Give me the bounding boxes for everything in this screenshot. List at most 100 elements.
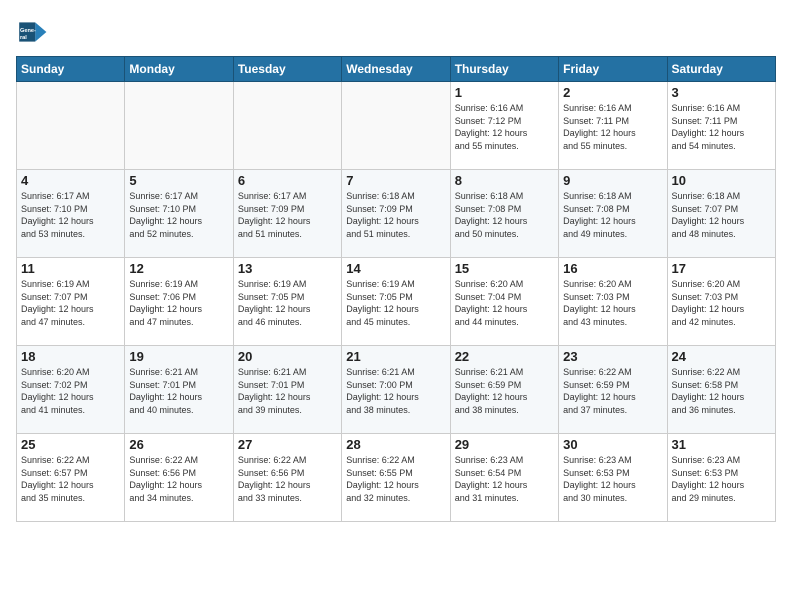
day-info: Sunrise: 6:22 AM Sunset: 6:59 PM Dayligh… — [563, 366, 662, 416]
day-info: Sunrise: 6:19 AM Sunset: 7:05 PM Dayligh… — [238, 278, 337, 328]
day-number: 21 — [346, 349, 445, 364]
calendar-day-cell: 14 Sunrise: 6:19 AM Sunset: 7:05 PM Dayli… — [342, 258, 450, 346]
day-number: 17 — [672, 261, 771, 276]
calendar-week-row: 11 Sunrise: 6:19 AM Sunset: 7:07 PM Dayli… — [17, 258, 776, 346]
day-number: 18 — [21, 349, 120, 364]
day-info: Sunrise: 6:17 AM Sunset: 7:10 PM Dayligh… — [21, 190, 120, 240]
weekday-header-cell: Tuesday — [233, 57, 341, 82]
calendar-day-cell: 9 Sunrise: 6:18 AM Sunset: 7:08 PM Daylig… — [559, 170, 667, 258]
svg-text:ral: ral — [20, 35, 27, 41]
calendar-day-cell: 15 Sunrise: 6:20 AM Sunset: 7:04 PM Dayli… — [450, 258, 558, 346]
calendar-day-cell — [342, 82, 450, 170]
day-info: Sunrise: 6:21 AM Sunset: 7:01 PM Dayligh… — [129, 366, 228, 416]
day-info: Sunrise: 6:22 AM Sunset: 6:56 PM Dayligh… — [129, 454, 228, 504]
day-number: 28 — [346, 437, 445, 452]
weekday-header-cell: Monday — [125, 57, 233, 82]
day-number: 24 — [672, 349, 771, 364]
day-number: 14 — [346, 261, 445, 276]
calendar-day-cell — [233, 82, 341, 170]
day-info: Sunrise: 6:20 AM Sunset: 7:02 PM Dayligh… — [21, 366, 120, 416]
day-number: 29 — [455, 437, 554, 452]
calendar-day-cell: 23Sunrise: 6:22 AM Sunset: 6:59 PM Dayli… — [559, 346, 667, 434]
svg-text:Gene-: Gene- — [20, 28, 36, 34]
day-info: Sunrise: 6:19 AM Sunset: 7:05 PM Dayligh… — [346, 278, 445, 328]
weekday-header-cell: Wednesday — [342, 57, 450, 82]
day-info: Sunrise: 6:19 AM Sunset: 7:07 PM Dayligh… — [21, 278, 120, 328]
calendar-day-cell: 20Sunrise: 6:21 AM Sunset: 7:01 PM Dayli… — [233, 346, 341, 434]
day-number: 12 — [129, 261, 228, 276]
calendar-day-cell: 21Sunrise: 6:21 AM Sunset: 7:00 PM Dayli… — [342, 346, 450, 434]
calendar-day-cell: 5 Sunrise: 6:17 AM Sunset: 7:10 PM Daylig… — [125, 170, 233, 258]
calendar-table: SundayMondayTuesdayWednesdayThursdayFrid… — [16, 56, 776, 522]
day-number: 6 — [238, 173, 337, 188]
calendar-day-cell: 27 Sunrise: 6:22 AM Sunset: 6:56 PM Dayli… — [233, 434, 341, 522]
day-number: 3 — [672, 85, 771, 100]
day-number: 25 — [21, 437, 120, 452]
calendar-day-cell: 17 Sunrise: 6:20 AM Sunset: 7:03 PM Dayli… — [667, 258, 775, 346]
calendar-day-cell: 30 Sunrise: 6:23 AM Sunset: 6:53 PM Dayli… — [559, 434, 667, 522]
day-number: 4 — [21, 173, 120, 188]
calendar-day-cell: 31 Sunrise: 6:23 AM Sunset: 6:53 PM Dayli… — [667, 434, 775, 522]
calendar-day-cell: 12 Sunrise: 6:19 AM Sunset: 7:06 PM Dayli… — [125, 258, 233, 346]
day-number: 5 — [129, 173, 228, 188]
day-info: Sunrise: 6:21 AM Sunset: 7:01 PM Dayligh… — [238, 366, 337, 416]
logo: Gene- ral — [16, 16, 52, 48]
day-info: Sunrise: 6:23 AM Sunset: 6:53 PM Dayligh… — [672, 454, 771, 504]
day-number: 27 — [238, 437, 337, 452]
day-info: Sunrise: 6:16 AM Sunset: 7:12 PM Dayligh… — [455, 102, 554, 152]
day-info: Sunrise: 6:18 AM Sunset: 7:07 PM Dayligh… — [672, 190, 771, 240]
calendar-day-cell: 4 Sunrise: 6:17 AM Sunset: 7:10 PM Daylig… — [17, 170, 125, 258]
calendar-day-cell: 2Sunrise: 6:16 AM Sunset: 7:11 PM Daylig… — [559, 82, 667, 170]
calendar-day-cell: 19 Sunrise: 6:21 AM Sunset: 7:01 PM Dayli… — [125, 346, 233, 434]
calendar-day-cell: 26Sunrise: 6:22 AM Sunset: 6:56 PM Dayli… — [125, 434, 233, 522]
day-number: 31 — [672, 437, 771, 452]
day-info: Sunrise: 6:23 AM Sunset: 6:54 PM Dayligh… — [455, 454, 554, 504]
calendar-day-cell: 16 Sunrise: 6:20 AM Sunset: 7:03 PM Dayli… — [559, 258, 667, 346]
day-info: Sunrise: 6:18 AM Sunset: 7:08 PM Dayligh… — [563, 190, 662, 240]
calendar-day-cell: 3 Sunrise: 6:16 AM Sunset: 7:11 PM Daylig… — [667, 82, 775, 170]
calendar-day-cell: 22 Sunrise: 6:21 AM Sunset: 6:59 PM Dayli… — [450, 346, 558, 434]
day-number: 10 — [672, 173, 771, 188]
day-number: 1 — [455, 85, 554, 100]
weekday-header-row: SundayMondayTuesdayWednesdayThursdayFrid… — [17, 57, 776, 82]
day-info: Sunrise: 6:22 AM Sunset: 6:56 PM Dayligh… — [238, 454, 337, 504]
calendar-day-cell — [17, 82, 125, 170]
day-info: Sunrise: 6:20 AM Sunset: 7:03 PM Dayligh… — [672, 278, 771, 328]
calendar-day-cell: 11 Sunrise: 6:19 AM Sunset: 7:07 PM Dayli… — [17, 258, 125, 346]
day-info: Sunrise: 6:22 AM Sunset: 6:58 PM Dayligh… — [672, 366, 771, 416]
day-number: 9 — [563, 173, 662, 188]
day-info: Sunrise: 6:22 AM Sunset: 6:57 PM Dayligh… — [21, 454, 120, 504]
day-info: Sunrise: 6:20 AM Sunset: 7:03 PM Dayligh… — [563, 278, 662, 328]
day-info: Sunrise: 6:21 AM Sunset: 6:59 PM Dayligh… — [455, 366, 554, 416]
day-number: 8 — [455, 173, 554, 188]
day-info: Sunrise: 6:17 AM Sunset: 7:09 PM Dayligh… — [238, 190, 337, 240]
calendar-day-cell: 29 Sunrise: 6:23 AM Sunset: 6:54 PM Dayli… — [450, 434, 558, 522]
calendar-day-cell: 1 Sunrise: 6:16 AM Sunset: 7:12 PM Daylig… — [450, 82, 558, 170]
day-number: 15 — [455, 261, 554, 276]
day-number: 30 — [563, 437, 662, 452]
day-info: Sunrise: 6:19 AM Sunset: 7:06 PM Dayligh… — [129, 278, 228, 328]
calendar-week-row: 4 Sunrise: 6:17 AM Sunset: 7:10 PM Daylig… — [17, 170, 776, 258]
calendar-day-cell: 28Sunrise: 6:22 AM Sunset: 6:55 PM Dayli… — [342, 434, 450, 522]
day-info: Sunrise: 6:18 AM Sunset: 7:09 PM Dayligh… — [346, 190, 445, 240]
weekday-header-cell: Sunday — [17, 57, 125, 82]
day-number: 22 — [455, 349, 554, 364]
day-info: Sunrise: 6:16 AM Sunset: 7:11 PM Dayligh… — [672, 102, 771, 152]
day-number: 2 — [563, 85, 662, 100]
calendar-week-row: 25 Sunrise: 6:22 AM Sunset: 6:57 PM Dayli… — [17, 434, 776, 522]
calendar-day-cell: 6 Sunrise: 6:17 AM Sunset: 7:09 PM Daylig… — [233, 170, 341, 258]
weekday-header-cell: Saturday — [667, 57, 775, 82]
calendar-day-cell: 7 Sunrise: 6:18 AM Sunset: 7:09 PM Daylig… — [342, 170, 450, 258]
day-info: Sunrise: 6:23 AM Sunset: 6:53 PM Dayligh… — [563, 454, 662, 504]
calendar-day-cell — [125, 82, 233, 170]
day-number: 11 — [21, 261, 120, 276]
logo-icon: Gene- ral — [16, 16, 48, 48]
day-number: 19 — [129, 349, 228, 364]
day-number: 16 — [563, 261, 662, 276]
calendar-day-cell: 24 Sunrise: 6:22 AM Sunset: 6:58 PM Dayli… — [667, 346, 775, 434]
day-info: Sunrise: 6:17 AM Sunset: 7:10 PM Dayligh… — [129, 190, 228, 240]
day-info: Sunrise: 6:20 AM Sunset: 7:04 PM Dayligh… — [455, 278, 554, 328]
day-number: 7 — [346, 173, 445, 188]
calendar-day-cell: 10 Sunrise: 6:18 AM Sunset: 7:07 PM Dayli… — [667, 170, 775, 258]
calendar-week-row: 1 Sunrise: 6:16 AM Sunset: 7:12 PM Daylig… — [17, 82, 776, 170]
